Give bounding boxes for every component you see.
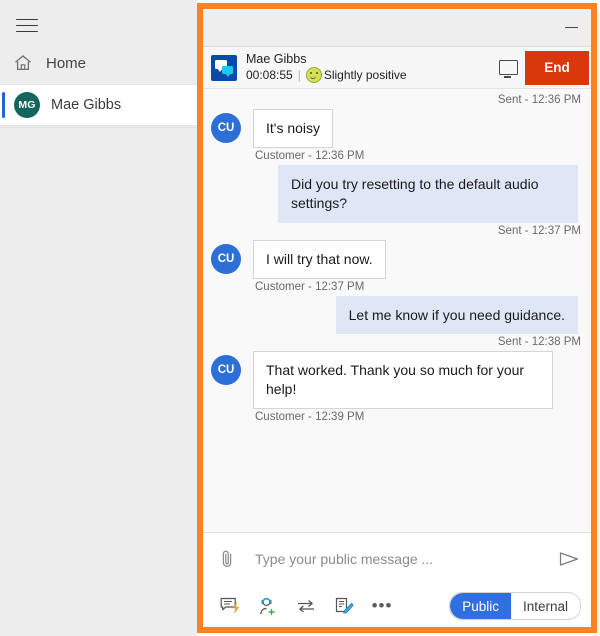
- quick-reply-icon[interactable]: [215, 591, 245, 621]
- toggle-option-internal[interactable]: Internal: [510, 593, 580, 619]
- avatar: CU: [211, 355, 241, 386]
- home-icon: [12, 52, 34, 74]
- conversation-meta: 00:08:55 | Slightly positive: [246, 67, 491, 84]
- message-timestamp: Customer - 12:37 PM: [255, 280, 365, 293]
- slightly-positive-smiley-icon: [305, 67, 322, 84]
- message-item: Did you try resetting to the default aud…: [211, 164, 583, 237]
- message-input[interactable]: [241, 551, 555, 567]
- avatar: MG: [14, 92, 40, 118]
- left-sidebar: Home MG Mae Gibbs: [0, 0, 197, 636]
- more-icon[interactable]: •••: [367, 591, 397, 621]
- visibility-toggle[interactable]: Public Internal: [449, 592, 581, 620]
- sidebar-item-home[interactable]: Home: [0, 42, 197, 84]
- message-bubble: Did you try resetting to the default aud…: [278, 164, 578, 223]
- avatar: CU: [211, 243, 241, 274]
- message-bubble: Let me know if you need guidance.: [335, 295, 578, 335]
- composer-tool-row: ••• Public Internal: [203, 585, 591, 627]
- end-button[interactable]: End: [525, 50, 589, 85]
- add-agent-icon[interactable]: [253, 591, 283, 621]
- meta-separator: |: [297, 68, 301, 83]
- message-timestamp: Sent - 12:36 PM: [497, 94, 581, 106]
- message-timestamp: Customer - 12:36 PM: [255, 149, 365, 162]
- avatar: CU: [211, 113, 241, 143]
- send-icon[interactable]: [555, 544, 583, 574]
- sidebar-item-mae-gibbs-label: Mae Gibbs: [51, 97, 122, 113]
- hamburger-icon[interactable]: [12, 12, 42, 38]
- message-item: CU It's noisy Customer - 12:36 PM: [211, 109, 583, 162]
- transfer-icon[interactable]: [291, 591, 321, 621]
- message-timestamp: Customer - 12:39 PM: [255, 411, 365, 424]
- message-timestamp: Sent - 12:38 PM: [497, 336, 581, 349]
- sidebar-top-section: Home MG Mae Gibbs: [0, 0, 197, 128]
- message-bubble: It's noisy: [253, 109, 334, 148]
- conversation-header: Mae Gibbs 00:08:55 | Slightly positive E…: [203, 47, 591, 89]
- sidebar-empty-area: [0, 128, 197, 636]
- active-indicator: [2, 92, 5, 118]
- composer-input-row: [203, 533, 591, 585]
- message-item: Let me know if you need guidance. Sent -…: [211, 295, 583, 349]
- app-root: Home MG Mae Gibbs Mae Gibbs 00:08:55 | S…: [0, 0, 600, 636]
- message-timestamp: Sent - 12:37 PM: [497, 224, 581, 237]
- message-item: CU That worked. Thank you so much for yo…: [211, 351, 583, 423]
- notes-icon[interactable]: [329, 591, 359, 621]
- sidebar-item-home-label: Home: [46, 54, 87, 72]
- monitor-icon[interactable]: [491, 53, 525, 83]
- chat-icon: [211, 54, 237, 81]
- message-item: CU I will try that now. Customer - 12:37…: [211, 239, 583, 293]
- conversation-title: Mae Gibbs: [246, 51, 307, 66]
- message-bubble: I will try that now.: [253, 239, 386, 279]
- sentiment-label: Slightly positive: [323, 68, 407, 83]
- window-titlebar: [203, 9, 591, 47]
- message-bubble: That worked. Thank you so much for your …: [253, 351, 553, 410]
- paperclip-icon[interactable]: [213, 544, 241, 574]
- message-composer: ••• Public Internal: [203, 532, 591, 627]
- toggle-option-public[interactable]: Public: [450, 593, 511, 619]
- sidebar-item-mae-gibbs[interactable]: MG Mae Gibbs: [0, 84, 197, 126]
- chat-window: Mae Gibbs 00:08:55 | Slightly positive E…: [197, 3, 597, 633]
- conversation-timer: 00:08:55: [246, 68, 293, 83]
- conversation-header-texts: Mae Gibbs 00:08:55 | Slightly positive: [246, 52, 491, 84]
- minimize-icon[interactable]: [555, 13, 587, 43]
- message-list[interactable]: Sent - 12:36 PM CU It's noisy Customer -…: [203, 89, 591, 532]
